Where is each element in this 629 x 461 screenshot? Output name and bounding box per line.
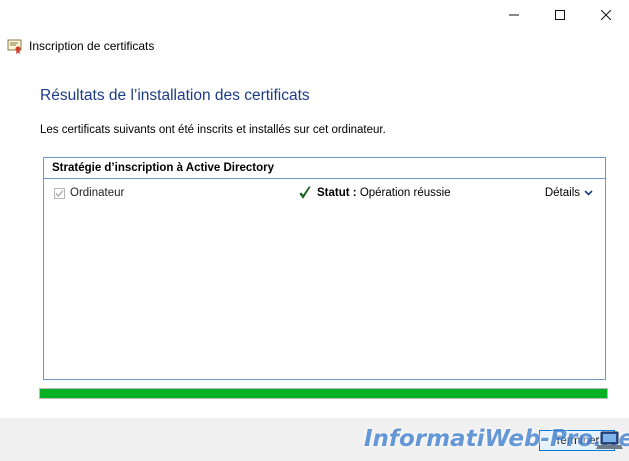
dialog-footer: Terminer	[0, 418, 629, 461]
ordinateur-checkbox[interactable]	[54, 188, 65, 199]
chevron-down-icon	[584, 190, 593, 196]
enrollment-policy-panel: Stratégie d’inscription à Active Directo…	[43, 157, 606, 380]
policy-header: Stratégie d’inscription à Active Directo…	[44, 158, 605, 179]
status-key: Statut :	[317, 187, 357, 199]
laptop-logo-icon	[596, 431, 623, 449]
minimize-button[interactable]	[491, 0, 537, 30]
certificate-icon	[7, 38, 23, 54]
checkmark-icon	[55, 190, 64, 197]
close-button[interactable]	[583, 0, 629, 30]
details-toggle[interactable]: Détails	[545, 187, 593, 199]
status-indicator: Statut : Opération réussie	[299, 186, 451, 200]
close-icon	[601, 10, 611, 20]
minimize-icon	[509, 14, 519, 16]
page-description: Les certificats suivants ont été inscrit…	[40, 124, 386, 136]
list-item: Ordinateur Statut : Opération réussie Dé…	[44, 186, 605, 204]
window-controls	[491, 0, 629, 30]
green-checkmark-icon	[299, 186, 311, 199]
installation-progress-bar	[39, 388, 608, 399]
status-value: Opération réussie	[359, 187, 451, 199]
maximize-button[interactable]	[537, 0, 583, 30]
window-titlebar: Inscription de certificats	[7, 37, 154, 55]
certificate-type-label: Ordinateur	[70, 187, 125, 199]
details-label: Détails	[544, 187, 580, 199]
window-title: Inscription de certificats	[29, 39, 155, 53]
maximize-icon	[555, 10, 565, 20]
page-title: Résultats de l’installation des certific…	[40, 87, 310, 104]
progress-fill	[40, 389, 607, 398]
